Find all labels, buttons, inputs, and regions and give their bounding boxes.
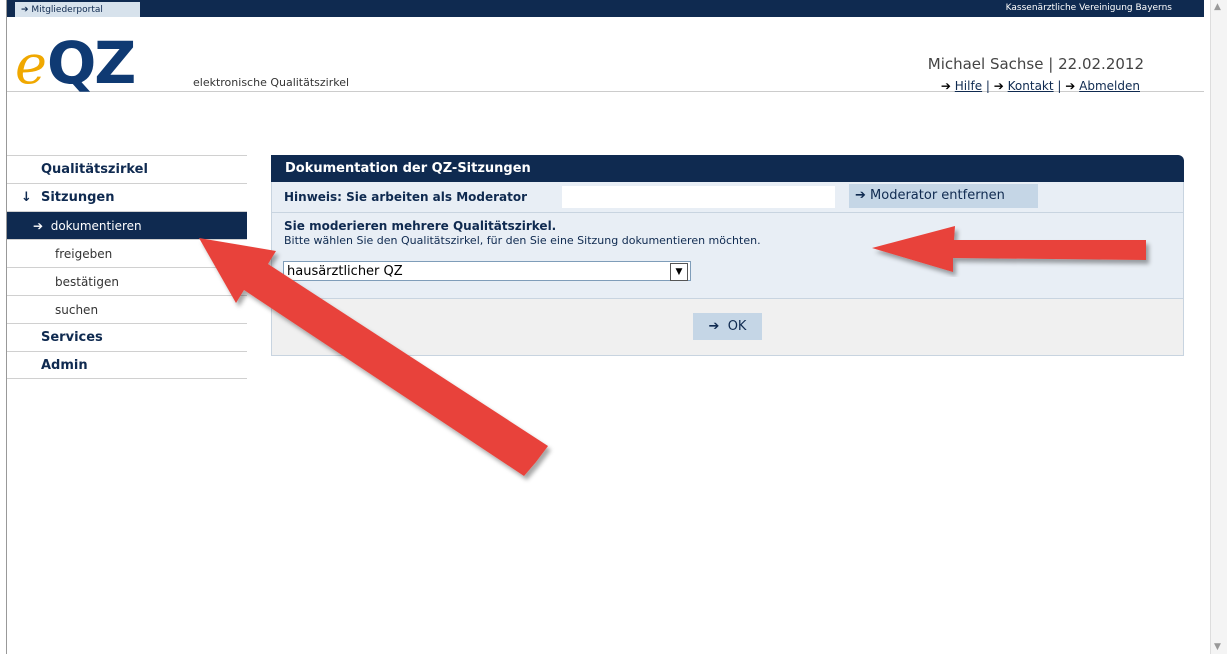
select-title: Sie moderieren mehrere Qualitätszirkel.	[284, 219, 557, 233]
user-info: Michael Sachse | 22.02.2012	[928, 55, 1144, 73]
current-date: 22.02.2012	[1058, 55, 1144, 73]
sidebar-item-sitzungen[interactable]: ↓ Sitzungen	[7, 183, 247, 211]
ok-button[interactable]: ➔ OK	[693, 313, 762, 340]
sidebar-item-services[interactable]: Services	[7, 323, 247, 351]
panel-title: Dokumentation der QZ-Sitzungen	[271, 155, 1184, 182]
sidebar-item-label: Qualitätszirkel	[41, 162, 148, 177]
contact-link[interactable]: Kontakt	[1008, 79, 1054, 93]
eqz-logo[interactable]: eQZ	[15, 29, 136, 97]
moderator-name-field	[562, 186, 835, 208]
arrow-right-icon: ➔	[1065, 79, 1076, 93]
portal-tab[interactable]: ➔ Mitgliederportal	[15, 2, 141, 18]
remove-moderator-label: Moderator entfernen	[870, 188, 1005, 203]
arrow-right-icon: ➔	[708, 319, 720, 334]
portal-label: Mitgliederportal	[31, 5, 103, 15]
sidebar-item-label: Services	[41, 330, 103, 345]
select-value: hausärztlicher QZ	[287, 264, 403, 279]
arrow-right-icon: ➔	[993, 79, 1004, 93]
arrow-down-icon: ↓	[21, 190, 32, 205]
sidebar-item-label: Sitzungen	[40, 190, 115, 205]
scroll-up-icon[interactable]: ▲	[1214, 2, 1221, 12]
remove-moderator-button[interactable]: ➔ Moderator entfernen	[849, 184, 1038, 208]
moderator-hint-row: Hinweis: Sie arbeiten als Moderator ➔ Mo…	[271, 182, 1184, 213]
help-link[interactable]: Hilfe	[955, 79, 982, 93]
arrow-right-icon: ➔	[940, 79, 951, 93]
qz-select-area: Sie moderieren mehrere Qualitätszirkel. …	[271, 213, 1184, 299]
sidebar-item-dokumentieren[interactable]: ➔ dokumentieren	[7, 211, 247, 239]
scroll-down-icon[interactable]: ▼	[1214, 642, 1221, 652]
ok-label: OK	[727, 319, 747, 334]
chevron-down-icon[interactable]: ▼	[670, 263, 688, 281]
sidebar-item-admin[interactable]: Admin	[7, 351, 247, 379]
moderator-hint-label: Hinweis: Sie arbeiten als Moderator	[284, 190, 528, 204]
qz-select[interactable]: hausärztlicher QZ ▼	[283, 261, 691, 281]
select-description: Bitte wählen Sie den Qualitätszirkel, fü…	[284, 234, 761, 247]
ok-row: ➔ OK	[271, 299, 1184, 356]
sidebar-item-qualitaetszirkel[interactable]: Qualitätszirkel	[7, 155, 247, 183]
separator: |	[1048, 55, 1054, 73]
sidebar-item-label: freigeben	[55, 247, 113, 261]
logo-e: e	[15, 33, 47, 96]
sidebar-item-bestaetigen[interactable]: bestätigen	[7, 267, 247, 295]
sidebar-item-suchen[interactable]: suchen	[7, 295, 247, 323]
sidebar-item-label: Admin	[41, 358, 88, 373]
sidebar-nav: Qualitätszirkel ↓ Sitzungen ➔ dokumentie…	[7, 155, 247, 379]
logo-qz: QZ	[46, 29, 136, 97]
vertical-scrollbar[interactable]: ▲ ▼	[1210, 0, 1227, 654]
user-name: Michael Sachse	[927, 55, 1044, 73]
arrow-right-icon: ➔	[21, 5, 29, 15]
logout-link[interactable]: Abmelden	[1079, 79, 1140, 93]
sidebar-item-freigeben[interactable]: freigeben	[7, 239, 247, 267]
arrow-right-icon: ➔	[33, 219, 44, 233]
documentation-panel: Dokumentation der QZ-Sitzungen Hinweis: …	[271, 155, 1184, 356]
sidebar-item-label: dokumentieren	[50, 219, 142, 233]
top-bar: ➔ Mitgliederportal Kassenärztliche Verei…	[7, 0, 1204, 18]
tagline: elektronische Qualitätszirkel	[193, 76, 350, 89]
org-name: Kassenärztliche Vereinigung Bayerns	[1005, 3, 1172, 13]
arrow-right-icon: ➔	[855, 188, 866, 203]
sidebar-item-label: bestätigen	[55, 275, 119, 289]
header: eQZ Michael Sachse | 22.02.2012 ➔ Hilfe …	[7, 17, 1204, 97]
header-links: ➔ Hilfe | ➔ Kontakt | ➔ Abmelden	[940, 79, 1140, 93]
sidebar-item-label: suchen	[55, 303, 99, 317]
